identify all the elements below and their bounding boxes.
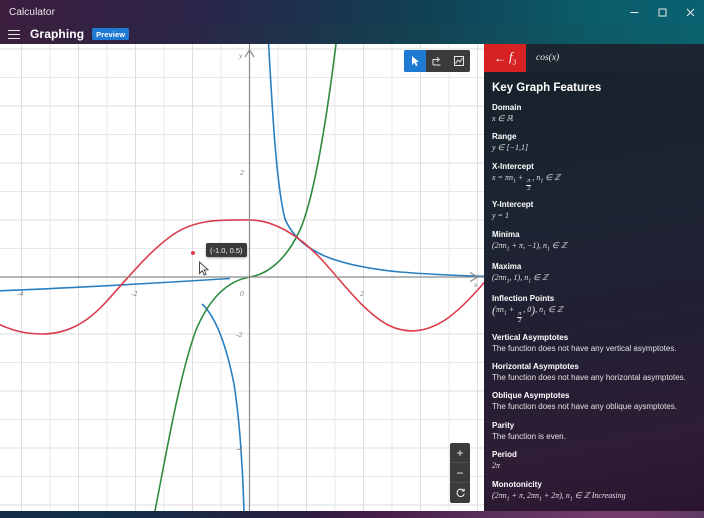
feature-title: X-Intercept xyxy=(492,162,696,171)
feature-value: 2π xyxy=(492,461,696,471)
window-controls xyxy=(620,0,704,24)
feature-title: Domain xyxy=(492,103,696,112)
page-title: Graphing xyxy=(30,27,84,41)
panel-body: Key Graph Features Domain x ∈ ℝ Range y … xyxy=(484,72,704,504)
key-graph-features-panel: ← f3 cos(x) Key Graph Features Domain x … xyxy=(484,44,704,511)
feature-period: Period 2π xyxy=(492,450,696,471)
reset-view-button[interactable] xyxy=(450,483,470,503)
feature-value: (2πn1 + π, −1), n1 ∈ ℤ xyxy=(492,241,696,254)
svg-text:-2: -2 xyxy=(131,289,137,298)
feature-oblique-asymptotes: Oblique Asymptotes The function does not… xyxy=(492,391,696,412)
close-button[interactable] xyxy=(676,0,704,24)
feature-title: Minima xyxy=(492,230,696,239)
graph-options-icon xyxy=(453,55,465,67)
svg-text:-4: -4 xyxy=(17,289,23,298)
function-bar: ← f3 cos(x) xyxy=(484,44,704,72)
feature-parity: Parity The function is even. xyxy=(492,421,696,442)
feature-value: (2πn1 + π, 2πn1 + 2π), n1 ∈ ℤ Increasing xyxy=(492,491,696,504)
feature-title: Horizontal Asymptotes xyxy=(492,362,696,371)
function-back-button[interactable]: ← f3 xyxy=(484,44,526,72)
feature-value: (2πn1, 1), n1 ∈ ℤ xyxy=(492,273,696,286)
graph-toolbar xyxy=(404,50,470,72)
function-expression[interactable]: cos(x) xyxy=(526,44,559,72)
svg-text:y: y xyxy=(238,51,243,60)
zoom-controls: + − xyxy=(450,443,470,503)
feature-y-intercept: Y-Intercept y = 1 xyxy=(492,200,696,221)
point-tooltip: (-1.0, 0.5) xyxy=(206,243,247,257)
feature-title: Period xyxy=(492,450,696,459)
share-tool-button[interactable] xyxy=(426,50,448,72)
feature-vertical-asymptotes: Vertical Asymptotes The function does no… xyxy=(492,333,696,354)
window-caption: Calculator xyxy=(0,7,55,18)
feature-value: y ∈ [−1,1] xyxy=(492,143,696,153)
pointer-tool-button[interactable] xyxy=(404,50,426,72)
graph-canvas[interactable]: -4 -2 0 2 2 -2 -4 y x xyxy=(0,44,484,511)
feature-value: x ∈ ℝ xyxy=(492,114,696,124)
svg-text:2: 2 xyxy=(240,168,244,177)
feature-range: Range y ∈ [−1,1] xyxy=(492,132,696,153)
feature-title: Inflection Points xyxy=(492,294,696,303)
feature-title: Y-Intercept xyxy=(492,200,696,209)
svg-text:-2: -2 xyxy=(236,330,242,339)
hamburger-menu-icon[interactable] xyxy=(6,27,22,41)
app-header: Graphing Preview xyxy=(0,24,704,44)
graph-settings-tool-button[interactable] xyxy=(448,50,470,72)
feature-horizontal-asymptotes: Horizontal Asymptotes The function does … xyxy=(492,362,696,383)
feature-value: The function does not have any oblique a… xyxy=(492,402,696,412)
axis-tick-labels: -4 -2 0 2 2 -2 -4 y x xyxy=(17,51,478,453)
feature-title: Parity xyxy=(492,421,696,430)
graph-plot: -4 -2 0 2 2 -2 -4 y x xyxy=(0,44,484,511)
feature-title: Range xyxy=(492,132,696,141)
window-title-bar: Calculator xyxy=(0,0,704,24)
feature-title: Maxima xyxy=(492,262,696,271)
maximize-button[interactable] xyxy=(648,0,676,24)
feature-value: The function does not have any horizonta… xyxy=(492,373,696,383)
minimize-button[interactable] xyxy=(620,0,648,24)
zoom-out-button[interactable]: − xyxy=(450,463,470,483)
feature-value: The function is even. xyxy=(492,432,696,442)
svg-text:-4: -4 xyxy=(236,444,242,453)
feature-title: Vertical Asymptotes xyxy=(492,333,696,342)
cursor-arrow-icon xyxy=(409,55,421,67)
feature-domain: Domain x ∈ ℝ xyxy=(492,103,696,124)
calculator-window: Calculator Graphing Preview xyxy=(0,0,704,518)
reset-view-icon xyxy=(455,487,466,500)
feature-value: The function does not have any vertical … xyxy=(492,344,696,354)
traced-point xyxy=(191,251,195,255)
feature-value: (πn1 + π2, 0), n1 ∈ ℤ xyxy=(492,305,696,325)
zoom-in-button[interactable]: + xyxy=(450,443,470,463)
feature-monotonicity: Monotonicity (2πn1 + π, 2πn1 + 2π), n1 ∈… xyxy=(492,480,696,504)
feature-title: Oblique Asymptotes xyxy=(492,391,696,400)
feature-value: y = 1 xyxy=(492,211,696,221)
feature-title: Monotonicity xyxy=(492,480,696,489)
svg-text:0: 0 xyxy=(240,289,244,298)
feature-x-intercept: X-Intercept x = πn1 + π2, n1 ∈ ℤ xyxy=(492,162,696,193)
function-label: f3 xyxy=(509,49,516,67)
svg-text:x: x xyxy=(473,280,478,289)
back-arrow-icon: ← xyxy=(494,52,506,64)
feature-value: x = πn1 + π2, n1 ∈ ℤ xyxy=(492,173,696,193)
feature-minima: Minima (2πn1 + π, −1), n1 ∈ ℤ xyxy=(492,230,696,254)
feature-maxima: Maxima (2πn1, 1), n1 ∈ ℤ xyxy=(492,262,696,286)
preview-badge: Preview xyxy=(92,28,129,40)
panel-heading: Key Graph Features xyxy=(492,82,696,94)
mouse-pointer xyxy=(198,261,210,282)
share-icon xyxy=(431,55,443,67)
svg-text:2: 2 xyxy=(360,289,364,298)
feature-inflection-points: Inflection Points (πn1 + π2, 0), n1 ∈ ℤ xyxy=(492,294,696,325)
